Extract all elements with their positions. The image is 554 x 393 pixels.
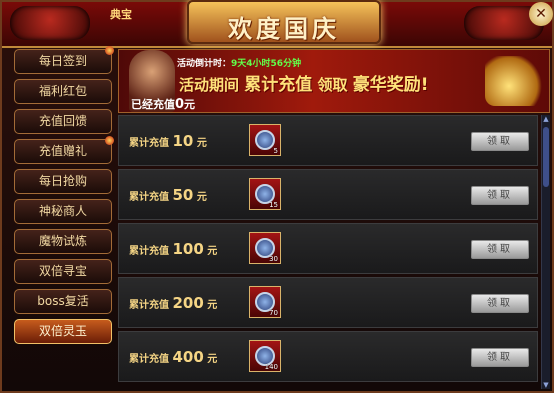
countdown: 活动倒计时：9天4小时56分钟 bbox=[177, 56, 301, 69]
reward-label: 累计充值 50 元 bbox=[129, 186, 207, 204]
reward-label-text: 累计充值 bbox=[129, 300, 169, 311]
reward-label-text: 累计充值 bbox=[129, 246, 169, 257]
reward-row: 累计充值 10 元 5 领取 bbox=[118, 115, 538, 166]
claim-button[interactable]: 领取 bbox=[471, 348, 529, 367]
sidebar-item-label: 充值赠礼 bbox=[38, 144, 87, 158]
notification-dot-icon bbox=[105, 46, 114, 55]
reward-item-slot[interactable]: 30 bbox=[249, 232, 281, 264]
sidebar-item-daily-signin[interactable]: 每日签到 bbox=[14, 46, 114, 74]
reward-amount: 400 bbox=[172, 348, 204, 366]
sidebar-item-label: 福利红包 bbox=[38, 84, 87, 98]
sidebar-item-recharge-gift[interactable]: 充值赠礼 bbox=[14, 136, 114, 164]
gold-ingot-icon bbox=[485, 56, 545, 106]
reward-label: 累计充值 200 元 bbox=[129, 294, 217, 312]
sidebar-item-monster-trial[interactable]: 魔物试炼 bbox=[14, 229, 112, 254]
sidebar-item-label: 神秘商人 bbox=[38, 204, 87, 218]
sidebar-item-mystery-merchant[interactable]: 神秘商人 bbox=[14, 199, 112, 224]
charged-label: 已经充值 bbox=[131, 98, 175, 111]
sidebar-item-label: 双倍寻宝 bbox=[38, 264, 87, 278]
arrow-down-icon[interactable]: ▼ bbox=[542, 381, 550, 389]
sidebar-item-label: 魔物试炼 bbox=[38, 234, 87, 248]
close-icon[interactable]: ✕ bbox=[529, 2, 553, 26]
reward-row: 累计充值 200 元 70 领取 bbox=[118, 277, 538, 328]
item-count: 140 bbox=[264, 363, 278, 371]
reward-label: 累计充值 400 元 bbox=[129, 348, 217, 366]
reward-list: 累计充值 10 元 5 领取 累计充值 50 元 15 领取 累计充值 100 … bbox=[118, 115, 538, 389]
reward-amount: 10 bbox=[172, 132, 194, 150]
sidebar-item-label: 充值回馈 bbox=[38, 114, 87, 128]
sidebar-item-double-jade[interactable]: 双倍灵玉 bbox=[14, 319, 112, 344]
small-title: 典宝 bbox=[110, 8, 132, 21]
sidebar-item-recharge-rebate[interactable]: 充值回馈 bbox=[14, 109, 112, 134]
notification-dot-icon bbox=[105, 136, 114, 145]
reward-row: 累计充值 100 元 30 领取 bbox=[118, 223, 538, 274]
reward-item-slot[interactable]: 70 bbox=[249, 286, 281, 318]
main-panel: 活动倒计时：9天4小时56分钟 活动期间 累计充值 领取 豪华奖励! 已经充值0… bbox=[118, 49, 550, 389]
slogan-part-4: 豪华奖励! bbox=[352, 75, 429, 95]
reward-unit: 元 bbox=[207, 246, 218, 257]
item-count: 5 bbox=[273, 147, 278, 155]
event-window: 典宝 欢度国庆 ✕ 每日签到 福利红包 充值回馈 充值赠礼 每日抢购 神秘商人 … bbox=[0, 0, 554, 393]
sidebar-item-label: 每日抢购 bbox=[38, 174, 87, 188]
event-banner: 活动倒计时：9天4小时56分钟 活动期间 累计充值 领取 豪华奖励! 已经充值0… bbox=[118, 49, 550, 113]
claim-button[interactable]: 领取 bbox=[471, 132, 529, 151]
scrollbar[interactable]: ▲ ▼ bbox=[541, 115, 550, 389]
slogan-part-1: 活动期间 bbox=[179, 76, 240, 94]
reward-label: 累计充值 10 元 bbox=[129, 132, 207, 150]
title-plaque: 欢度国庆 bbox=[187, 0, 381, 44]
sidebar-item-label: 双倍灵玉 bbox=[38, 324, 87, 338]
reward-unit: 元 bbox=[196, 138, 207, 149]
claim-button[interactable]: 领取 bbox=[471, 186, 529, 205]
sidebar-item-red-packet[interactable]: 福利红包 bbox=[14, 79, 112, 104]
item-count: 70 bbox=[269, 309, 278, 317]
arrow-up-icon[interactable]: ▲ bbox=[542, 115, 550, 123]
reward-amount: 100 bbox=[172, 240, 204, 258]
reward-unit: 元 bbox=[196, 192, 207, 203]
reward-row: 累计充值 400 元 140 领取 bbox=[118, 331, 538, 382]
reward-label-text: 累计充值 bbox=[129, 354, 169, 365]
slogan-part-2: 累计充值 bbox=[244, 75, 313, 95]
reward-amount: 200 bbox=[172, 294, 204, 312]
claim-button[interactable]: 领取 bbox=[471, 240, 529, 259]
sidebar: 每日签到 福利红包 充值回馈 充值赠礼 每日抢购 神秘商人 魔物试炼 双倍寻宝 … bbox=[14, 46, 114, 389]
reward-amount: 50 bbox=[172, 186, 194, 204]
reward-item-slot[interactable]: 5 bbox=[249, 124, 281, 156]
sidebar-item-double-treasure[interactable]: 双倍寻宝 bbox=[14, 259, 112, 284]
reward-label: 累计充值 100 元 bbox=[129, 240, 217, 258]
slogan-part-3: 领取 bbox=[317, 76, 348, 94]
reward-unit: 元 bbox=[207, 354, 218, 365]
claim-button[interactable]: 领取 bbox=[471, 294, 529, 313]
reward-item-slot[interactable]: 15 bbox=[249, 178, 281, 210]
sidebar-item-label: 每日签到 bbox=[38, 54, 87, 68]
jade-orb-icon bbox=[255, 130, 275, 150]
charged-total: 已经充值0元 bbox=[131, 96, 195, 112]
item-count: 15 bbox=[269, 201, 278, 209]
countdown-label: 活动倒计时： bbox=[177, 59, 232, 69]
charged-unit: 元 bbox=[184, 98, 196, 111]
sidebar-item-daily-flash-sale[interactable]: 每日抢购 bbox=[14, 169, 112, 194]
item-count: 30 bbox=[269, 255, 278, 263]
window-title: 欢度国庆 bbox=[228, 15, 340, 43]
scroll-thumb[interactable] bbox=[543, 127, 549, 187]
reward-unit: 元 bbox=[207, 300, 218, 311]
reward-row: 累计充值 50 元 15 领取 bbox=[118, 169, 538, 220]
sidebar-item-label: boss复活 bbox=[37, 294, 89, 308]
reward-label-text: 累计充值 bbox=[129, 138, 169, 149]
countdown-value: 9天4小时56分钟 bbox=[231, 59, 302, 69]
charged-amount: 0 bbox=[175, 97, 185, 112]
header: 典宝 欢度国庆 bbox=[2, 0, 552, 48]
banner-slogan: 活动期间 累计充值 领取 豪华奖励! bbox=[179, 70, 429, 95]
reward-item-slot[interactable]: 140 bbox=[249, 340, 281, 372]
reward-label-text: 累计充值 bbox=[129, 192, 169, 203]
dragon-ornament-left bbox=[10, 6, 90, 40]
sidebar-item-boss-revive[interactable]: boss复活 bbox=[14, 289, 112, 314]
